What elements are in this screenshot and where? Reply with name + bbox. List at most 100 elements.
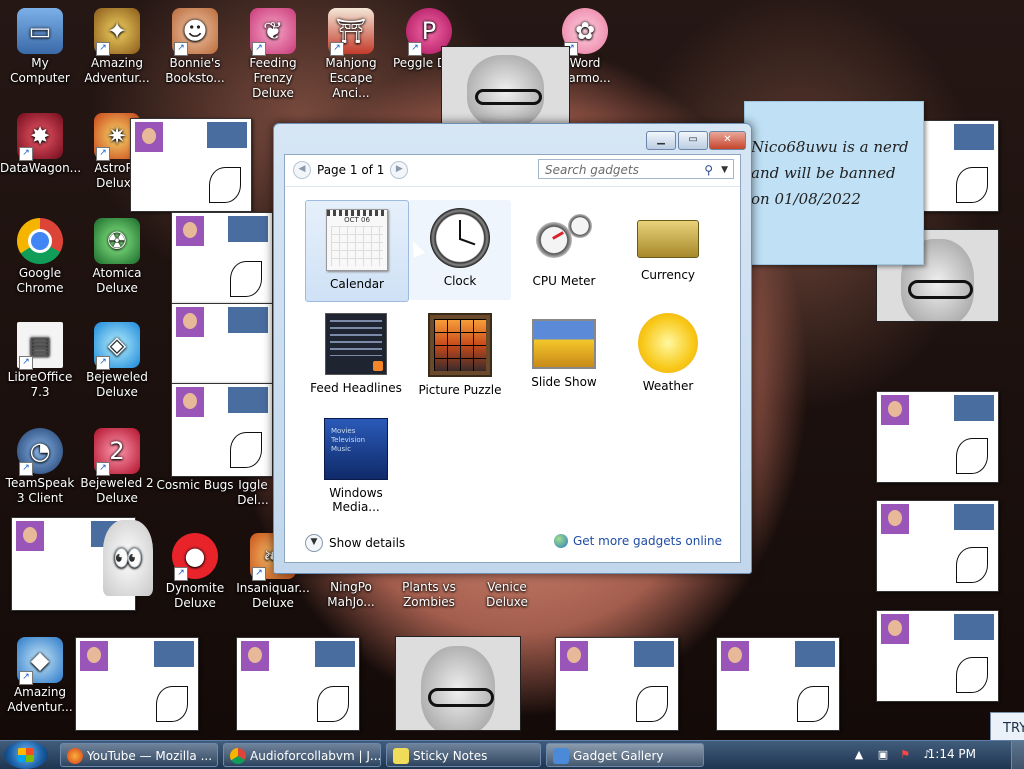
gadget-feed-headlines[interactable]: Feed Headlines <box>305 305 407 405</box>
gadget-clock[interactable]: Clock <box>409 200 511 300</box>
gadget-currency[interactable]: Currency <box>617 200 719 300</box>
media-icon: Movies Television Music <box>324 418 388 480</box>
photo-man-glasses[interactable] <box>441 46 570 124</box>
desktop-icon-my-computer[interactable]: ▭ My Computer <box>0 8 80 86</box>
desktop: ▭ My Computer ✦ ↗ Amazing Adventur... ☻ ↗ … <box>0 0 1024 740</box>
gadget-calendar[interactable]: OCT 06 Calendar <box>305 200 409 302</box>
thumbnail-window[interactable] <box>130 118 252 212</box>
teamspeak-icon: ◔ ↗ <box>17 428 63 476</box>
girl-icon: ☻ ↗ <box>172 8 218 56</box>
desktop-icon-plants-vs-zombies[interactable]: Plants vs Zombies <box>389 580 469 610</box>
desktop-icon-feeding-frenzy[interactable]: ❦ ↗ Feeding Frenzy Deluxe <box>233 8 313 101</box>
chevron-down-icon: ▼ <box>305 534 323 552</box>
currency-icon <box>637 220 699 258</box>
avatar <box>721 641 749 671</box>
slideshow-icon <box>532 319 596 369</box>
desktop-icon-venice[interactable]: Venice Deluxe <box>467 580 547 610</box>
desktop-icon-teamspeak[interactable]: ◔ ↗ TeamSpeak 3 Client <box>0 428 80 506</box>
ghost-icon: 👀 <box>103 520 153 596</box>
taskbar-button-audioforcollabvm[interactable]: Audioforcollabvm | J... <box>223 743 381 767</box>
thumbnail-window[interactable] <box>716 637 840 731</box>
fish-icon: ❦ ↗ <box>250 8 296 56</box>
gem-icon: ◈ ↗ <box>94 322 140 370</box>
gadget-gallery-window[interactable]: ▁ ▭ ✕ ◀ Page 1 of 1 ▶ Search gadgets ⚲ ▼… <box>273 123 752 574</box>
avatar <box>135 122 163 152</box>
desktop-icon-ningpo[interactable]: NingPo MahJo... <box>311 580 391 610</box>
desktop-icon-cosmic-bugs[interactable]: Cosmic Bugs <box>155 478 235 493</box>
next-page-button[interactable]: ▶ <box>390 161 409 179</box>
thumbnail-window[interactable] <box>75 637 199 731</box>
desktop-icon-amazing-adventures-2[interactable]: ◆ ↗ Amazing Adventur... <box>0 637 80 715</box>
desktop-icon-mahjong-escape[interactable]: ⛩ ↗ Mahjong Escape Anci... <box>311 8 391 101</box>
minimize-button[interactable]: ▁ <box>646 131 676 150</box>
sticky-note[interactable]: Nico68uwu is a nerd and will be banned o… <box>744 101 924 265</box>
show-desktop-button[interactable] <box>1011 741 1024 769</box>
gallery-content: ◀ Page 1 of 1 ▶ Search gadgets ⚲ ▼ OCT 0… <box>284 154 741 563</box>
system-tray: ▲ ▣ ⚑ ♪ 1:14 PM <box>834 741 1024 769</box>
taskbar-button-youtube[interactable]: YouTube — Mozilla ... <box>60 743 218 767</box>
start-button[interactable] <box>4 741 48 769</box>
taskbar-button-gadget-gallery[interactable]: Gadget Gallery <box>546 743 704 767</box>
chrome-icon <box>230 748 246 764</box>
thumbnail-window[interactable] <box>555 637 679 731</box>
search-input[interactable]: Search gadgets ⚲ ▼ <box>538 159 734 179</box>
avatar <box>16 521 44 551</box>
chrome-icon <box>17 218 63 264</box>
gadget-windows-media-center[interactable]: Movies Television Music Windows Media... <box>305 410 407 514</box>
page-label: Page 1 of 1 <box>317 163 385 177</box>
avatar <box>881 395 909 425</box>
desktop-icon-atomica[interactable]: ☢ Atomica Deluxe <box>77 218 157 296</box>
desktop-icon-libreoffice[interactable]: ▤ ↗ LibreOffice 7.3 <box>0 322 80 400</box>
weather-icon <box>638 313 698 373</box>
show-details-toggle[interactable]: ▼ Show details <box>305 534 405 552</box>
desktop-icon-bonnies-bookstore[interactable]: ☻ ↗ Bonnie's Booksto... <box>155 8 235 86</box>
taskbar-button-sticky-notes[interactable]: Sticky Notes <box>386 743 541 767</box>
gem2-icon: 2 ↗ <box>94 428 140 476</box>
thumbnail-window[interactable] <box>876 500 999 592</box>
photo-man-glasses[interactable] <box>395 636 521 731</box>
desktop-icon-datawagon[interactable]: ✸ ↗ DataWagon... <box>0 113 81 176</box>
globe-icon <box>553 534 568 548</box>
desktop-icon-google-chrome[interactable]: Google Chrome <box>0 218 80 296</box>
action-center-icon[interactable]: ⚑ <box>898 748 912 762</box>
desktop-icon-ghost[interactable]: 👀 <box>88 520 168 598</box>
clock-time[interactable]: 1:14 PM <box>928 747 976 761</box>
tray-arrow-icon[interactable]: ▲ <box>852 748 866 762</box>
prev-page-button[interactable]: ◀ <box>293 161 311 179</box>
diamond-icon: ◆ ↗ <box>17 637 63 685</box>
desktop-icon-bejeweled-2[interactable]: 2 ↗ Bejeweled 2 Deluxe <box>77 428 157 506</box>
firefox-icon <box>67 748 83 764</box>
pager: ◀ Page 1 of 1 ▶ <box>293 161 409 179</box>
thumbnail-window[interactable] <box>171 212 273 306</box>
feed-icon <box>325 313 387 375</box>
network-icon[interactable]: ▣ <box>876 748 890 762</box>
sticky-note-text[interactable]: Nico68uwu is a nerd and will be banned o… <box>751 138 909 208</box>
gadget-weather[interactable]: Weather <box>617 305 719 405</box>
close-button[interactable]: ✕ <box>709 131 746 150</box>
thumbnail-window[interactable] <box>876 391 999 483</box>
thumbnail-window[interactable] <box>171 383 273 477</box>
compass-icon: ✦ ↗ <box>94 8 140 56</box>
gadget-picture-puzzle[interactable]: Picture Puzzle <box>409 305 511 405</box>
maximize-button[interactable]: ▭ <box>678 131 708 150</box>
avatar <box>881 614 909 644</box>
puzzle-icon <box>428 313 492 377</box>
get-more-gadgets-link[interactable]: Get more gadgets online <box>553 534 722 548</box>
computer-icon: ▭ <box>17 8 63 54</box>
calendar-icon: OCT 06 <box>326 209 388 271</box>
desktop-icon-amazing-adventures[interactable]: ✦ ↗ Amazing Adventur... <box>77 8 157 86</box>
avatar <box>881 504 909 534</box>
cpu-meter-icon <box>534 208 594 268</box>
thumbnail-window[interactable] <box>171 303 273 385</box>
gadget-cpu-meter[interactable]: CPU Meter <box>513 200 615 300</box>
desktop-icon-bejeweled[interactable]: ◈ ↗ Bejeweled Deluxe <box>77 322 157 400</box>
thumbnail-window[interactable] <box>236 637 360 731</box>
search-icon[interactable]: ⚲ <box>704 160 713 180</box>
clock-icon <box>430 208 490 268</box>
atom-icon: ☢ <box>94 218 140 264</box>
gadget-gallery-icon <box>553 748 569 764</box>
datawagon-icon: ✸ ↗ <box>17 113 63 161</box>
thumbnail-window[interactable] <box>876 610 999 702</box>
chevron-down-icon[interactable]: ▼ <box>721 160 728 180</box>
gadget-slide-show[interactable]: Slide Show <box>513 305 615 405</box>
